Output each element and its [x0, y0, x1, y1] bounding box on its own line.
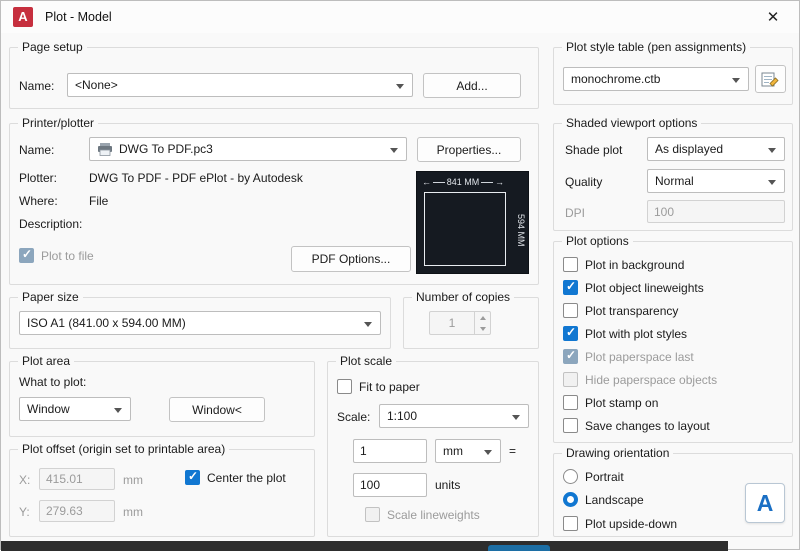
- scale-label: Scale:: [337, 410, 371, 424]
- offset-y-unit: mm: [123, 505, 143, 519]
- scale-lineweights-checkbox-box: [365, 507, 380, 522]
- fit-to-paper-checkbox-box: [337, 379, 352, 394]
- printer-plotter-legend: Printer/plotter: [18, 116, 99, 130]
- plot-with-plot-styles-checkbox[interactable]: Plot with plot styles: [563, 325, 687, 341]
- offset-x-input[interactable]: [39, 468, 115, 490]
- add-button[interactable]: Add...: [423, 73, 521, 98]
- page-setup-legend: Page setup: [18, 40, 87, 54]
- plot-offset-group: Plot offset (origin set to printable are…: [9, 442, 315, 537]
- copies-up-arrow-icon[interactable]: [475, 312, 490, 323]
- description-label: Description:: [19, 217, 83, 231]
- copies-down-arrow-icon[interactable]: [475, 323, 490, 334]
- close-icon[interactable]: ✕: [759, 8, 787, 26]
- where-label: Where:: [19, 194, 58, 208]
- plotter-value: DWG To PDF - PDF ePlot - by Autodesk: [89, 171, 303, 185]
- page-setup-name-dropdown[interactable]: <None>: [67, 73, 413, 97]
- dpi-input[interactable]: [647, 200, 785, 223]
- offset-y-input[interactable]: [39, 500, 115, 522]
- plot-style-editor-icon: [761, 70, 780, 89]
- plot-style-dropdown[interactable]: monochrome.ctb: [563, 67, 749, 91]
- scale-units-label: units: [435, 478, 461, 492]
- paper-size-legend: Paper size: [18, 290, 83, 304]
- plot-scale-legend: Plot scale: [336, 354, 397, 368]
- fit-to-paper-checkbox[interactable]: Fit to paper: [337, 379, 420, 394]
- shade-plot-label: Shade plot: [565, 143, 623, 157]
- plot-dialog: A Plot - Model ✕ Page setup Name: <None>…: [0, 0, 800, 551]
- plot-in-background-checkbox[interactable]: Plot in background: [563, 257, 684, 272]
- center-the-plot-checkbox-box: [185, 469, 200, 485]
- plot-stamp-on-checkbox[interactable]: Plot stamp on: [563, 395, 658, 410]
- scale-equals-sign: =: [509, 444, 517, 458]
- center-the-plot-checkbox[interactable]: Center the plot: [185, 469, 286, 485]
- plot-style-editor-button[interactable]: [755, 65, 786, 93]
- plot-to-file-checkbox[interactable]: Plot to file: [19, 247, 94, 263]
- window-pick-button[interactable]: Window<: [169, 397, 265, 422]
- plot-upside-down-checkbox[interactable]: Plot upside-down: [563, 516, 677, 531]
- page-setup-name-label: Name:: [19, 79, 55, 93]
- partial-bottom-button[interactable]: [488, 545, 550, 551]
- plot-object-lineweights-checkbox[interactable]: Plot object lineweights: [563, 279, 704, 295]
- offset-y-label: Y:: [19, 505, 30, 519]
- plot-to-file-checkbox-box: [19, 247, 34, 263]
- copies-stepper[interactable]: 1: [429, 311, 491, 335]
- autocad-logo-icon: A: [13, 7, 33, 27]
- preview-width-dimension: ← 841 MM →: [422, 177, 505, 187]
- paper-size-dropdown[interactable]: ISO A1 (841.00 x 594.00 MM): [19, 311, 381, 335]
- printer-name-label: Name:: [19, 143, 55, 157]
- hide-paperspace-objects-checkbox[interactable]: Hide paperspace objects: [563, 372, 717, 387]
- what-to-plot-label: What to plot:: [19, 375, 87, 389]
- plot-transparency-checkbox[interactable]: Plot transparency: [563, 303, 678, 318]
- scale-custom-input[interactable]: [353, 439, 427, 463]
- save-changes-to-layout-checkbox[interactable]: Save changes to layout: [563, 418, 710, 433]
- copies-legend: Number of copies: [412, 290, 515, 304]
- dpi-label: DPI: [565, 206, 586, 220]
- preview-paper-outline: [424, 192, 506, 266]
- properties-button[interactable]: Properties...: [417, 137, 521, 162]
- offset-x-unit: mm: [123, 473, 143, 487]
- plot-options-legend: Plot options: [562, 234, 633, 248]
- offset-x-label: X:: [19, 473, 31, 487]
- what-to-plot-dropdown[interactable]: Window: [19, 397, 131, 421]
- where-value: File: [89, 194, 109, 208]
- landscape-radio[interactable]: Landscape: [563, 492, 644, 507]
- printer-icon: [97, 142, 113, 156]
- drawing-orientation-legend: Drawing orientation: [562, 446, 674, 460]
- printer-name-dropdown[interactable]: DWG To PDF.pc3: [89, 137, 407, 161]
- dialog-title: Plot - Model: [45, 10, 112, 24]
- pdf-options-button[interactable]: PDF Options...: [291, 246, 411, 272]
- plot-area-legend: Plot area: [18, 354, 75, 368]
- plotter-label: Plotter:: [19, 171, 58, 185]
- paper-preview: ← 841 MM → 594 MM: [416, 171, 529, 274]
- orientation-a-icon: A: [745, 483, 785, 523]
- shade-plot-dropdown[interactable]: As displayed: [647, 137, 785, 161]
- quality-label: Quality: [565, 175, 603, 189]
- scale-lineweights-checkbox[interactable]: Scale lineweights: [365, 507, 480, 522]
- preview-height-dimension: 594 MM: [516, 214, 526, 247]
- titlebar: A Plot - Model ✕: [1, 1, 799, 33]
- scale-unit-dropdown[interactable]: mm: [435, 439, 501, 463]
- plot-style-legend: Plot style table (pen assignments): [562, 40, 751, 54]
- plot-paperspace-last-checkbox[interactable]: Plot paperspace last: [563, 348, 694, 364]
- portrait-radio[interactable]: Portrait: [563, 469, 624, 484]
- quality-dropdown[interactable]: Normal: [647, 169, 785, 193]
- scale-units-input[interactable]: [353, 473, 427, 497]
- shaded-viewport-legend: Shaded viewport options: [562, 116, 702, 130]
- scale-dropdown[interactable]: 1:100: [379, 404, 529, 428]
- plot-offset-legend: Plot offset (origin set to printable are…: [18, 442, 230, 456]
